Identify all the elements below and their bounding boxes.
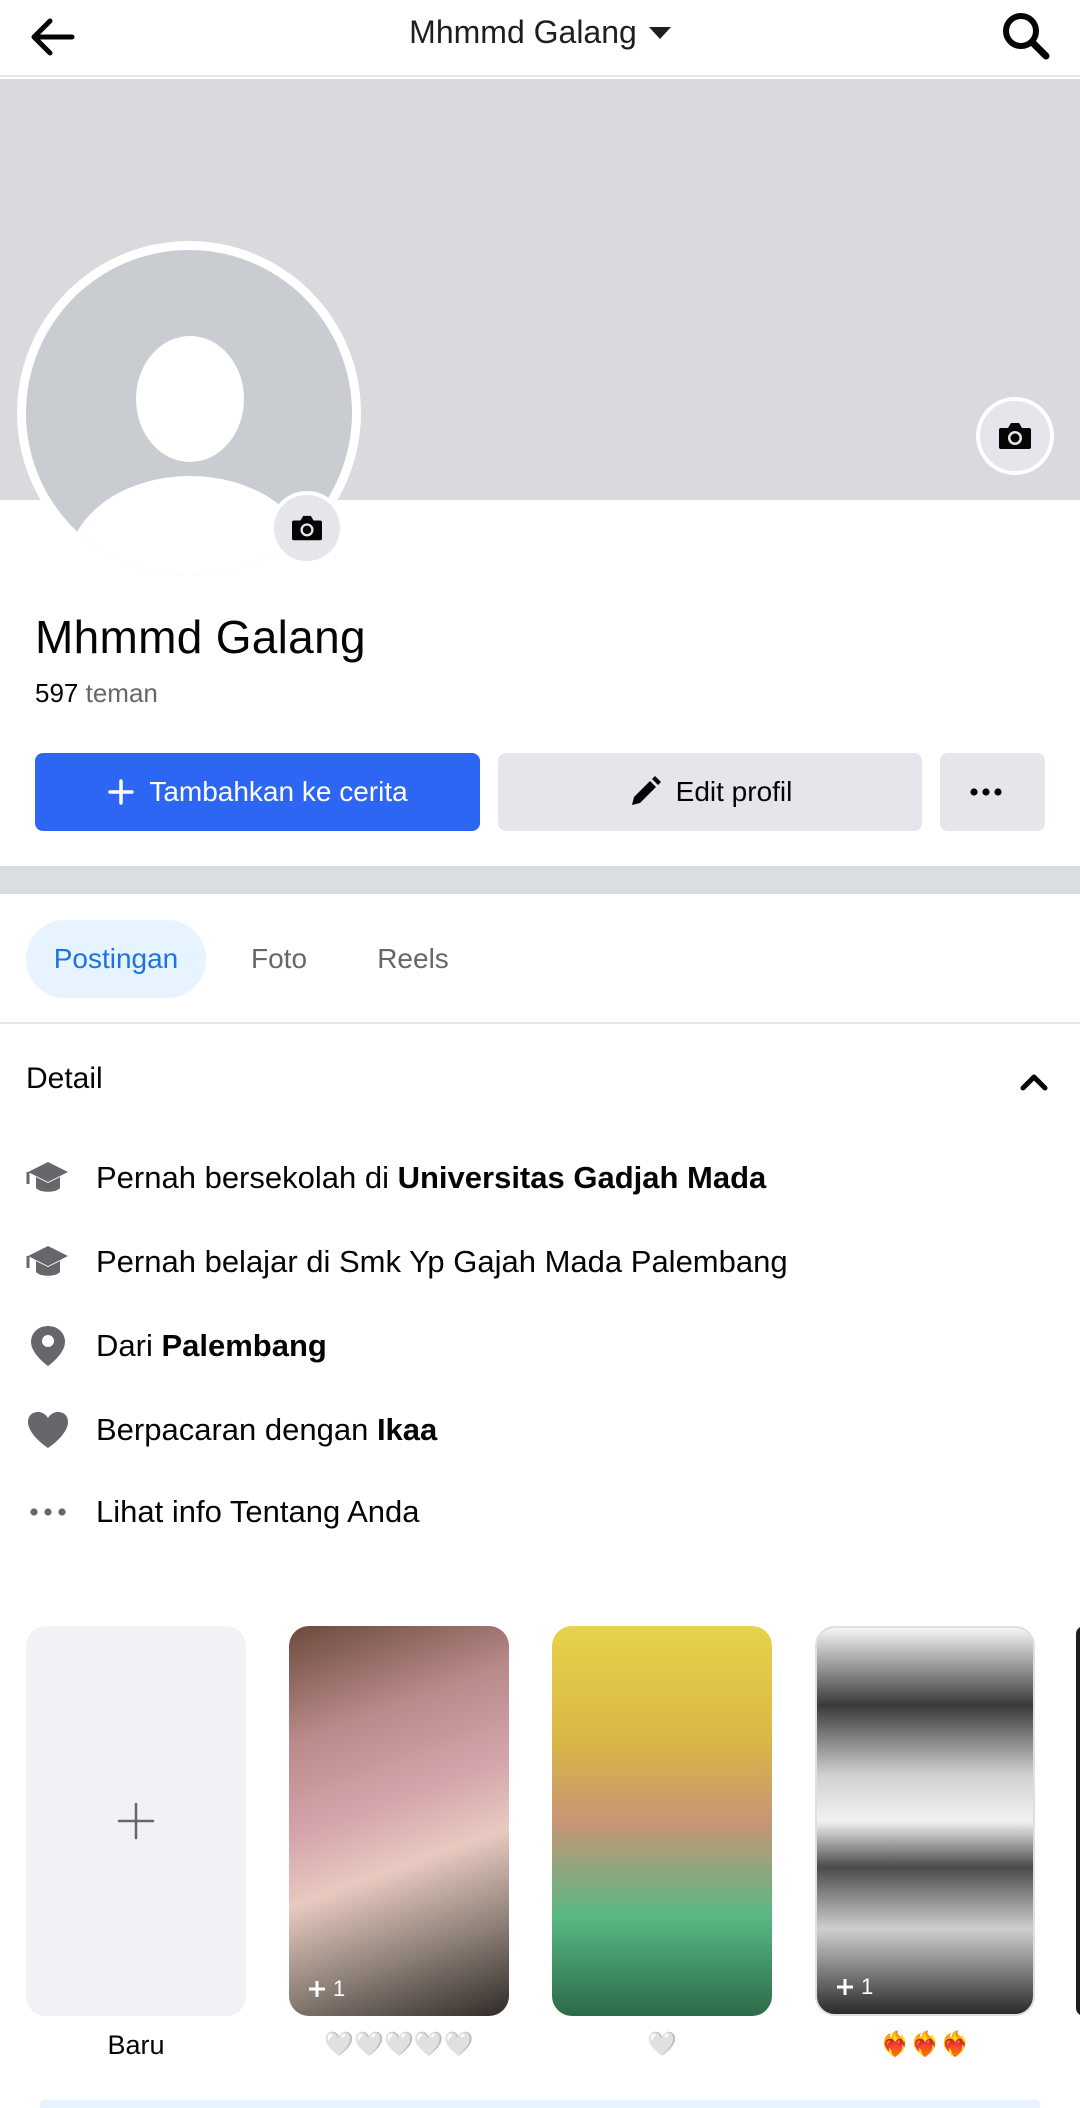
detail-education-2[interactable]: Pernah belajar di Smk Yp Gajah Mada Pale…	[24, 1232, 1044, 1292]
edit-avatar-button[interactable]	[270, 491, 344, 565]
detail-bold-text: Universitas Gadjah Mada	[397, 1160, 767, 1195]
profile-switcher[interactable]: Mhmmd Galang	[0, 14, 1080, 51]
friends-label: teman	[85, 678, 158, 708]
section-divider	[0, 866, 1080, 894]
tab-label: Reels	[377, 943, 449, 974]
detail-text: Dari	[96, 1328, 162, 1363]
more-horizontal-icon	[969, 788, 1002, 796]
plus-icon	[309, 1981, 325, 1997]
add-to-story-button[interactable]: Tambahkan ke cerita	[35, 753, 480, 831]
featured-story-peek	[1076, 1626, 1080, 2016]
featured-story-caption: 🤍	[647, 2031, 677, 2058]
plus-icon	[837, 1979, 853, 1995]
more-options-button[interactable]	[940, 753, 1045, 831]
see-about-info-link[interactable]: Lihat info Tentang Anda	[24, 1482, 1044, 1542]
featured-story-caption: ❤️‍🔥❤️‍🔥❤️‍🔥	[880, 2031, 970, 2058]
edit-profile-label: Edit profil	[675, 776, 793, 807]
detail-text: Lihat info Tentang Anda	[96, 1494, 420, 1529]
chevron-up-icon	[1020, 1074, 1048, 1091]
caret-down-icon	[648, 26, 671, 39]
tab-postingan[interactable]: Postingan	[26, 920, 206, 998]
tab-foto[interactable]: Foto	[224, 920, 334, 998]
detail-education-1[interactable]: Pernah bersekolah di Universitas Gadjah …	[24, 1148, 1044, 1208]
featured-story-3[interactable]: 1	[815, 1626, 1035, 2016]
story-count-badge: 1	[835, 1974, 873, 2000]
pencil-icon	[631, 776, 661, 805]
detail-text: Berpacaran dengan	[96, 1412, 377, 1447]
detail-bold-text: Palembang	[161, 1328, 327, 1363]
camera-icon	[292, 515, 322, 541]
edit-featured-bar	[40, 2100, 1040, 2108]
heart-icon	[24, 1406, 72, 1454]
new-featured-label: Baru	[107, 2030, 165, 2060]
detail-text: Pernah belajar di Smk Yp Gajah Mada Pale…	[96, 1244, 788, 1279]
friends-count[interactable]: 597 teman	[35, 678, 158, 709]
detail-bold-text: Ikaa	[376, 1412, 438, 1447]
detail-relationship[interactable]: Berpacaran dengan Ikaa	[24, 1400, 1044, 1460]
location-pin-icon	[24, 1322, 72, 1370]
plus-icon	[108, 779, 135, 805]
plus-icon	[117, 1802, 155, 1840]
profile-name: Mhmmd Galang	[35, 611, 366, 663]
graduation-cap-icon	[24, 1238, 72, 1286]
add-to-story-label: Tambahkan ke cerita	[149, 776, 408, 807]
featured-story-2[interactable]	[552, 1626, 772, 2016]
camera-icon	[999, 423, 1031, 449]
new-featured-button[interactable]	[26, 1626, 246, 2016]
detail-text: Pernah bersekolah di	[96, 1160, 398, 1195]
header-title: Mhmmd Galang	[409, 14, 637, 50]
collapse-details-button[interactable]	[1014, 1062, 1054, 1102]
tab-reels[interactable]: Reels	[352, 920, 474, 998]
friends-number: 597	[35, 678, 79, 708]
tab-label: Postingan	[53, 943, 179, 974]
featured-story-caption: 🤍🤍🤍🤍🤍	[324, 2031, 474, 2058]
more-horizontal-icon	[24, 1488, 72, 1536]
graduation-cap-icon	[24, 1154, 72, 1202]
story-count-badge: 1	[307, 1976, 345, 2002]
featured-story-1[interactable]: 1	[289, 1626, 509, 2016]
detail-heading: Detail	[26, 1062, 103, 1095]
detail-hometown[interactable]: Dari Palembang	[24, 1316, 1044, 1376]
edit-cover-button[interactable]	[976, 397, 1054, 475]
search-icon	[1003, 13, 1050, 60]
tab-label: Foto	[250, 943, 308, 974]
top-bar: Mhmmd Galang	[0, 0, 1080, 77]
profile-tabs: Postingan Foto Reels	[0, 900, 1080, 1024]
edit-profile-button[interactable]: Edit profil	[498, 753, 922, 831]
search-button[interactable]	[1000, 10, 1052, 62]
